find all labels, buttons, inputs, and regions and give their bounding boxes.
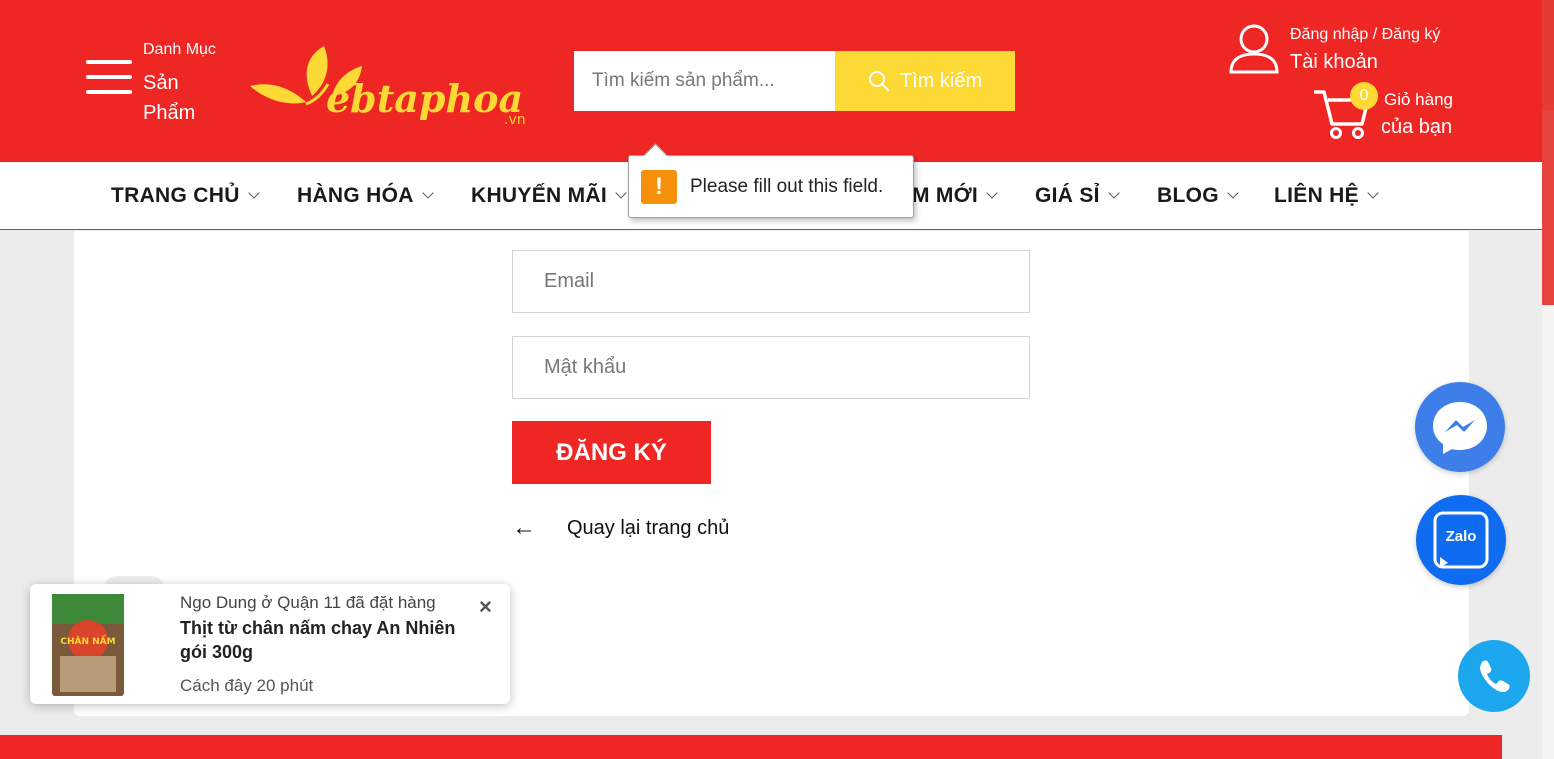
register-button[interactable]: ĐĂNG KÝ [512,421,711,484]
category-small-label: Danh Mục [143,41,216,58]
user-icon [1229,24,1279,74]
search-button[interactable]: Tìm kiếm [835,51,1015,111]
chevron-down-icon [1108,187,1120,199]
chevron-down-icon [615,187,627,199]
password-field[interactable] [512,336,1030,399]
messenger-icon [1433,402,1487,454]
product-thumbnail[interactable]: CHÂN NẤM [50,592,126,698]
nav-item-promotions[interactable]: KHUYẾN MÃI [471,184,627,208]
footer-bar [0,735,1502,759]
chevron-down-icon [1227,187,1239,199]
site-logo[interactable]: ebtaphoa .vn [246,44,546,124]
nav-item-label: GIÁ SỈ [1035,184,1100,207]
nav-item-label: KHUYẾN MÃI [471,184,608,207]
nav-item-label: BLOG [1157,184,1219,207]
search-button-label: Tìm kiếm [899,69,983,92]
nav-item-products[interactable]: HÀNG HÓA [297,184,434,208]
chevron-down-icon [248,187,260,199]
zalo-icon: Zalo [1433,511,1489,569]
toast-time: Cách đây 20 phút [180,676,314,695]
arrow-left-icon: ← [512,514,536,541]
cart-label-line2: của bạn [1381,116,1453,138]
hamburger-menu-icon[interactable] [86,60,132,100]
category-menu-label[interactable]: Danh Mục Sản Phẩm [143,42,216,128]
category-line1: Sản [143,72,179,94]
nav-item-new-products[interactable]: M MỚI [912,184,998,208]
toast-buyer-text: Ngo Dung ở Quận 11 đã đặt hàng [180,593,436,612]
scrollbar-thumb[interactable] [1542,0,1554,110]
nav-item-blog[interactable]: BLOG [1157,184,1239,208]
nav-item-label: HÀNG HÓA [297,184,414,207]
search-input[interactable] [574,51,836,111]
nav-item-wholesale[interactable]: GIÁ SỈ [1035,184,1120,208]
close-icon[interactable]: × [479,594,492,620]
logo-text: ebtaphoa [326,76,523,121]
email-field[interactable] [512,250,1030,313]
account-login-label[interactable]: Đăng nhập / Đăng ký [1290,26,1440,44]
order-notification-toast: CHÂN NẤM Ngo Dung ở Quận 11 đã đặt hàng … [30,584,510,704]
phone-call-button[interactable] [1458,640,1530,712]
logo-suffix: .vn [504,112,526,124]
cart-label-line1: Giỏ hàng [1384,90,1453,109]
account-label[interactable]: Tài khoản [1290,51,1378,74]
search-icon [868,71,889,92]
toast-product-name[interactable]: Thịt từ chân nấm chay An Nhiên gói 300g [180,616,470,664]
chevron-down-icon [986,187,998,199]
warning-icon: ! [641,169,677,204]
messenger-button[interactable] [1415,382,1505,472]
cart-count-badge: 0 [1350,82,1378,110]
back-home-link[interactable]: ← Quay lại trang chủ [512,516,729,540]
zalo-button[interactable]: Zalo [1416,495,1506,585]
scrollbar[interactable] [1542,0,1554,759]
validation-tooltip: ! Please fill out this field. [628,155,914,218]
site-header: Danh Mục Sản Phẩm ebtaphoa .vn Tìm kiếm … [0,0,1542,162]
nav-item-home[interactable]: TRANG CHỦ [111,184,260,208]
category-line2: Phẩm [143,102,196,124]
nav-item-label: M MỚI [912,184,979,207]
nav-item-label: TRANG CHỦ [111,184,240,207]
scrollbar-track-highlight [1542,110,1554,305]
phone-icon [1480,660,1510,693]
zalo-label: Zalo [1446,528,1477,545]
nav-item-contact[interactable]: LIÊN HỆ [1274,184,1379,208]
validation-message: Please fill out this field. [690,175,884,197]
chevron-down-icon [1367,187,1379,199]
nav-item-label: LIÊN HỆ [1274,184,1359,207]
back-home-label[interactable]: Quay lại trang chủ [567,517,729,540]
chevron-down-icon [422,187,434,199]
